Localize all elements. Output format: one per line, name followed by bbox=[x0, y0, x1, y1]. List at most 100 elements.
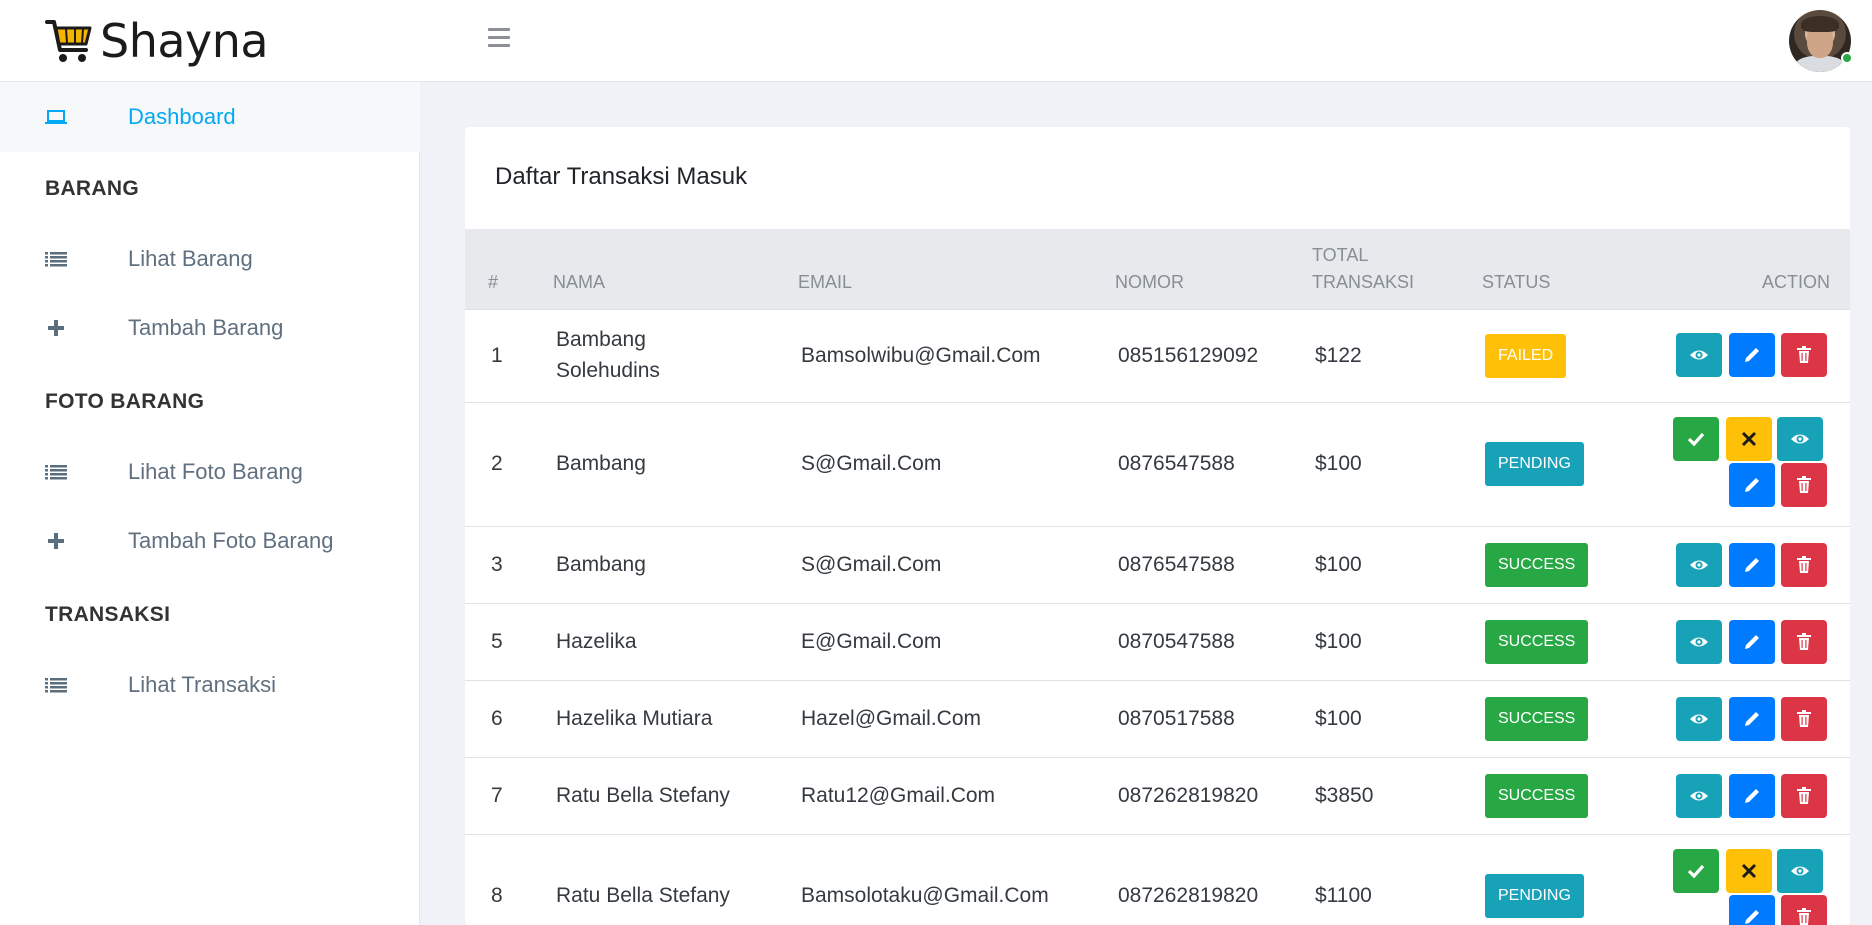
col-nomor: NOMOR bbox=[1115, 272, 1184, 292]
edit-button[interactable] bbox=[1729, 895, 1775, 925]
cell-email: S@Gmail.Com bbox=[801, 452, 942, 475]
sidebar-label-lihat-transaksi: Lihat Transaksi bbox=[128, 672, 276, 697]
view-button[interactable] bbox=[1777, 417, 1823, 461]
hamburger-icon[interactable] bbox=[488, 28, 512, 52]
online-status-dot bbox=[1841, 52, 1853, 64]
table-row: 7 Ratu Bella Stefany Ratu12@Gmail.Com 08… bbox=[465, 757, 1850, 834]
x-icon bbox=[1741, 863, 1757, 879]
status-badge: FAILED bbox=[1485, 334, 1567, 378]
cell-num: 5 bbox=[491, 630, 503, 653]
trash-icon bbox=[1797, 476, 1811, 493]
col-num: # bbox=[488, 272, 499, 292]
cell-nomor: 0870547588 bbox=[1118, 630, 1235, 653]
cell-nama: Bambang bbox=[556, 452, 646, 475]
cell-email: Bamsolwibu@Gmail.Com bbox=[801, 344, 1041, 367]
transactions-card: Daftar Transaksi Masuk # NAMA EMAIL NOMO… bbox=[465, 127, 1850, 925]
cell-num: 8 bbox=[491, 884, 503, 907]
eye-icon bbox=[1791, 866, 1809, 876]
delete-button[interactable] bbox=[1781, 463, 1827, 507]
trash-icon bbox=[1797, 556, 1811, 573]
pencil-icon bbox=[1745, 789, 1759, 803]
view-button[interactable] bbox=[1777, 849, 1823, 893]
cell-email: E@Gmail.Com bbox=[801, 630, 942, 653]
table-row: 5 Hazelika E@Gmail.Com 0870547588 $100 S… bbox=[465, 603, 1850, 680]
edit-button[interactable] bbox=[1729, 620, 1775, 664]
check-icon bbox=[1687, 864, 1705, 879]
cell-num: 7 bbox=[491, 784, 503, 807]
reject-button[interactable] bbox=[1726, 417, 1772, 461]
cell-total: $122 bbox=[1315, 344, 1362, 367]
cell-nomor: 0870517588 bbox=[1118, 707, 1235, 730]
table-row: 2 Bambang S@Gmail.Com 0876547588 $100 PE… bbox=[465, 402, 1850, 526]
sidebar-label-tambah-foto-barang: Tambah Foto Barang bbox=[128, 528, 334, 553]
cell-total: $100 bbox=[1315, 630, 1362, 653]
sidebar-item-lihat-foto-barang[interactable]: Lihat Foto Barang bbox=[0, 437, 420, 507]
cell-total: $100 bbox=[1315, 452, 1362, 475]
view-button[interactable] bbox=[1676, 543, 1722, 587]
eye-icon bbox=[1690, 714, 1708, 724]
col-total-line2: TRANSAKSI bbox=[1312, 272, 1415, 292]
view-button[interactable] bbox=[1676, 333, 1722, 377]
delete-button[interactable] bbox=[1781, 895, 1827, 925]
cell-num: 2 bbox=[491, 452, 503, 475]
cell-nama: Bambang bbox=[556, 328, 646, 351]
reject-button[interactable] bbox=[1726, 849, 1772, 893]
status-badge: PENDING bbox=[1485, 442, 1584, 486]
cell-nomor: 087262819820 bbox=[1118, 784, 1259, 807]
cell-nama: Ratu Bella Stefany bbox=[556, 884, 730, 907]
cell-nomor: 0876547588 bbox=[1118, 452, 1235, 475]
approve-button[interactable] bbox=[1673, 849, 1719, 893]
table-row: 6 Hazelika Mutiara Hazel@Gmail.Com 08705… bbox=[465, 680, 1850, 757]
check-icon bbox=[1687, 432, 1705, 447]
pencil-icon bbox=[1745, 635, 1759, 649]
shopping-cart-icon bbox=[45, 20, 92, 62]
approve-button[interactable] bbox=[1673, 417, 1719, 461]
delete-button[interactable] bbox=[1781, 697, 1827, 741]
cell-nomor: 0876547588 bbox=[1118, 553, 1235, 576]
cell-email: Hazel@Gmail.Com bbox=[801, 707, 982, 730]
delete-button[interactable] bbox=[1781, 543, 1827, 587]
cell-total: $100 bbox=[1315, 707, 1362, 730]
eye-icon bbox=[1690, 637, 1708, 647]
edit-button[interactable] bbox=[1729, 463, 1775, 507]
cell-nama: Hazelika Mutiara bbox=[556, 707, 713, 730]
trash-icon bbox=[1797, 633, 1811, 650]
pencil-icon bbox=[1745, 910, 1759, 924]
edit-button[interactable] bbox=[1729, 333, 1775, 377]
view-button[interactable] bbox=[1676, 774, 1722, 818]
eye-icon bbox=[1690, 350, 1708, 360]
cell-nomor: 085156129092 bbox=[1118, 344, 1259, 367]
plus-icon bbox=[44, 318, 68, 338]
sidebar-item-tambah-barang[interactable]: Tambah Barang bbox=[0, 293, 420, 363]
card-title: Daftar Transaksi Masuk bbox=[495, 163, 748, 190]
edit-button[interactable] bbox=[1729, 774, 1775, 818]
status-badge: SUCCESS bbox=[1485, 543, 1589, 587]
cell-email: S@Gmail.Com bbox=[801, 553, 942, 576]
trash-icon bbox=[1797, 787, 1811, 804]
delete-button[interactable] bbox=[1781, 774, 1827, 818]
status-badge: SUCCESS bbox=[1485, 697, 1589, 741]
user-avatar[interactable] bbox=[1789, 10, 1851, 72]
trash-icon bbox=[1797, 710, 1811, 727]
sidebar-item-lihat-barang[interactable]: Lihat Barang bbox=[0, 224, 420, 294]
brand-logo[interactable]: Shayna bbox=[44, 14, 269, 68]
cell-email: Bamsolotaku@Gmail.Com bbox=[801, 884, 1049, 907]
cell-total: $1100 bbox=[1315, 884, 1372, 907]
sidebar-item-dashboard[interactable]: Dashboard bbox=[0, 82, 420, 152]
cell-nama: Bambang bbox=[556, 553, 646, 576]
col-action: ACTION bbox=[1762, 272, 1831, 292]
view-button[interactable] bbox=[1676, 697, 1722, 741]
view-button[interactable] bbox=[1676, 620, 1722, 664]
edit-button[interactable] bbox=[1729, 697, 1775, 741]
sidebar-item-tambah-foto-barang[interactable]: Tambah Foto Barang bbox=[0, 506, 420, 576]
sidebar-item-lihat-transaksi[interactable]: Lihat Transaksi bbox=[0, 650, 420, 720]
table-row: 8 Ratu Bella Stefany Bamsolotaku@Gmail.C… bbox=[465, 834, 1850, 925]
pencil-icon bbox=[1745, 348, 1759, 362]
col-status: STATUS bbox=[1482, 272, 1551, 292]
cell-nama-line2: Solehudins bbox=[556, 359, 660, 382]
delete-button[interactable] bbox=[1781, 620, 1827, 664]
delete-button[interactable] bbox=[1781, 333, 1827, 377]
brand-name: Shayna bbox=[100, 14, 269, 68]
cell-total: $100 bbox=[1315, 553, 1362, 576]
edit-button[interactable] bbox=[1729, 543, 1775, 587]
